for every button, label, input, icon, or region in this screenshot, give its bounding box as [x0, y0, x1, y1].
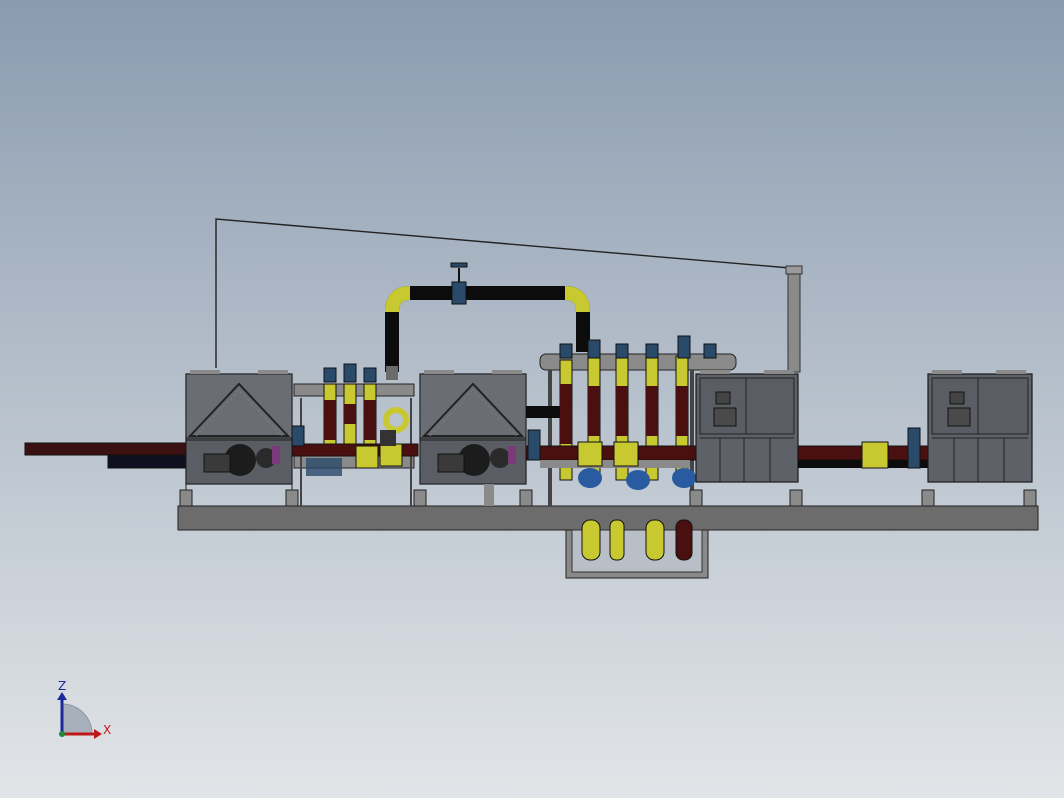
cabinet-unit-4[interactable]: [921, 370, 1037, 507]
pump-station-1[interactable]: [291, 363, 419, 506]
z-axis-label: Z: [58, 679, 66, 693]
bridge-valve: [450, 262, 468, 305]
vent-stack: [785, 265, 803, 373]
x-axis-label: X: [103, 723, 111, 737]
cabinet-unit-3[interactable]: [689, 370, 803, 507]
base-skid: [177, 505, 1039, 579]
coordinate-triad: Z X: [57, 679, 111, 739]
cad-viewport[interactable]: Z X: [0, 0, 1064, 798]
left-header-pipes: [24, 442, 189, 469]
connector-pipe: [797, 427, 929, 469]
chiller-unit-1[interactable]: [179, 370, 299, 507]
chiller-unit-2[interactable]: [413, 370, 533, 507]
